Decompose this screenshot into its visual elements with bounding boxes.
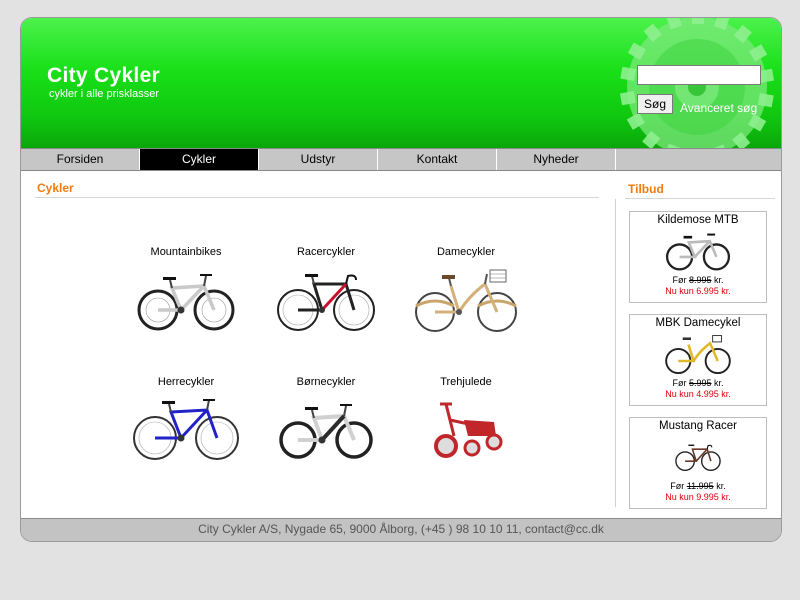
sidebar-heading: Tilbud <box>628 182 664 196</box>
ladies-bike-image <box>665 335 731 375</box>
ladies-bike-image <box>415 269 517 332</box>
main-heading: Cykler <box>37 181 74 195</box>
main-heading-divider <box>35 197 599 198</box>
category-trehjulede[interactable]: Trehjulede <box>406 376 526 466</box>
category-label: Damecykler <box>436 246 496 258</box>
offer-card[interactable]: MBK Damecykel Før 5.995 kr. Nu kun 4.995… <box>629 314 767 406</box>
mens-bike-image <box>133 399 239 460</box>
nav-item-empty <box>616 149 781 170</box>
offer-new-price: Nu kun 4.995 kr. <box>665 389 731 399</box>
mountainbike-image <box>665 233 731 271</box>
offer-strikethrough-price: 8.995 <box>688 275 712 285</box>
search-button[interactable]: Søg <box>637 94 673 114</box>
category-herrecykler[interactable]: Herrecykler <box>126 376 246 466</box>
offer-strikethrough-price: 11.995 <box>686 481 714 491</box>
site-title[interactable]: City Cykler <box>47 64 160 88</box>
column-divider <box>615 199 616 507</box>
nav-item-nyheder[interactable]: Nyheder <box>497 149 616 170</box>
category-label: Herrecykler <box>157 376 215 388</box>
racer-bike-image <box>675 444 721 472</box>
offer-name: Kildemose MTB <box>657 214 739 226</box>
offer-old-price: Før 5.995 kr. <box>672 378 724 388</box>
search-input[interactable] <box>637 65 761 85</box>
footer-contact-text: City Cykler A/S, Nygade 65, 9000 Ålborg,… <box>198 522 604 536</box>
racer-bike-image <box>277 274 375 331</box>
category-racercykler[interactable]: Racercykler <box>266 246 386 336</box>
category-label: Racercykler <box>296 246 356 258</box>
advanced-search-link[interactable]: Avanceret søg <box>680 101 757 115</box>
offer-old-price: Før 8.995 kr. <box>672 275 724 285</box>
tricycle-image <box>434 402 503 458</box>
category-label: Trehjulede <box>440 376 492 388</box>
site-tagline: cykler i alle prisklasser <box>49 88 160 100</box>
category-mountainbikes[interactable]: Mountainbikes <box>126 246 246 336</box>
page-frame: City Cykler cykler i alle prisklasser Sø… <box>20 17 782 542</box>
offer-new-price: Nu kun 9.995 kr. <box>665 492 731 502</box>
nav-item-cykler[interactable]: Cykler <box>140 149 259 170</box>
offer-old-price: Før 11.995 kr. <box>670 481 726 491</box>
header: City Cykler cykler i alle prisklasser Sø… <box>21 18 781 148</box>
offer-name: MBK Damecykel <box>655 317 741 329</box>
nav-item-kontakt[interactable]: Kontakt <box>378 149 497 170</box>
kids-bike-image <box>279 404 373 459</box>
category-damecykler[interactable]: Damecykler <box>406 246 526 336</box>
sidebar-heading-divider <box>625 198 775 199</box>
offer-name: Mustang Racer <box>659 420 737 432</box>
footer: City Cykler A/S, Nygade 65, 9000 Ålborg,… <box>21 518 781 541</box>
category-label: Børnecykler <box>296 376 356 388</box>
category-boernecykler[interactable]: Børnecykler <box>266 376 386 466</box>
mountainbike-image <box>137 274 235 331</box>
offer-card[interactable]: Kildemose MTB Før 8.995 kr. Nu kun 6.995… <box>629 211 767 303</box>
main-nav: Forsiden Cykler Udstyr Kontakt Nyheder <box>21 148 781 171</box>
offer-card[interactable]: Mustang Racer Før 11.995 kr. Nu kun 9.99… <box>629 417 767 509</box>
nav-item-udstyr[interactable]: Udstyr <box>259 149 378 170</box>
category-label: Mountainbikes <box>150 246 222 258</box>
nav-item-forsiden[interactable]: Forsiden <box>21 149 140 170</box>
offer-new-price: Nu kun 6.995 kr. <box>665 286 731 296</box>
offer-strikethrough-price: 5.995 <box>688 378 712 388</box>
